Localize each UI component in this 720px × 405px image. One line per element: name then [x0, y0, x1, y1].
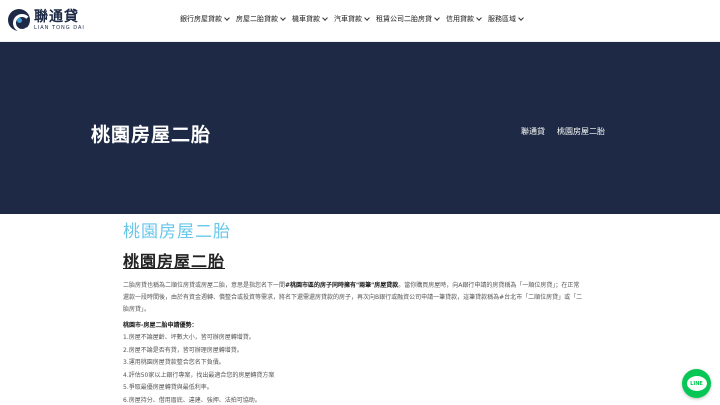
breadcrumb: 聯通貸 桃園房屋二胎 — [521, 126, 605, 137]
chevron-down-icon — [280, 14, 286, 21]
nav-item-car-loan[interactable]: 汽車貸款 — [334, 14, 370, 24]
line-icon: LINE — [686, 376, 707, 391]
list-item: 4.評估50家以上銀行專案，找出最適合您的房屋轉貸方案 — [123, 371, 275, 379]
main-nav: 銀行房屋貸款 房屋二胎貸款 機車貸款 汽車貸款 租賃公司二胎房貸 信用貸款 服務… — [180, 14, 524, 24]
line-chat-button[interactable]: LINE — [682, 369, 711, 398]
chevron-down-icon — [476, 14, 482, 21]
nav-item-leasing-mortgage[interactable]: 租賃公司二胎房貸 — [376, 14, 440, 24]
intro-highlight: #桃園市區的房子同時擁有"兩筆"房屋貸款 — [285, 282, 399, 289]
line-label: LINE — [690, 380, 703, 387]
article-heading: 桃園房屋二胎 — [123, 252, 226, 271]
list-item: 2.房屋不論是否有貸，皆可辦理房屋轉增貸。 — [123, 346, 243, 354]
list-item: 1.房屋不論屋齡、坪數大小，皆可辦房屋轉增貸。 — [123, 334, 255, 341]
nav-label: 機車貸款 — [292, 15, 320, 23]
breadcrumb-current: 桃園房屋二胎 — [557, 127, 605, 136]
breadcrumb-home[interactable]: 聯通貸 — [521, 126, 545, 137]
site-header: 聯通貸 LIAN TONG DAI 銀行房屋貸款 房屋二胎貸款 機車貸款 汽車貸… — [0, 0, 720, 42]
logo-text: 聯通貸 LIAN TONG DAI — [34, 8, 85, 31]
chevron-down-icon — [518, 14, 524, 21]
page: 聯通貸 LIAN TONG DAI 銀行房屋貸款 房屋二胎貸款 機車貸款 汽車貸… — [0, 0, 720, 405]
nav-label: 租賃公司二胎房貸 — [376, 15, 432, 23]
logo-icon — [8, 9, 31, 32]
logo-name: 聯通貸 — [34, 8, 79, 25]
list-item: 6.房屋持分、借用厝底、違建、強押、法拍可協助。 — [123, 396, 261, 404]
article-heading-light: 桃園房屋二胎 — [123, 222, 231, 242]
nav-label: 房屋二胎貸款 — [236, 15, 278, 23]
intro-text: 二胎房貸也稱為二順位房貸或房屋二胎，意思是指您名下一間 — [123, 282, 286, 289]
article-intro: 二胎房貸也稱為二順位房貸或房屋二胎，意思是指您名下一間#桃園市區的房子同時擁有"… — [123, 280, 583, 316]
nav-label: 服務區域 — [488, 15, 516, 23]
chevron-down-icon — [322, 14, 328, 21]
article-content: 桃園房屋二胎 桃園房屋二胎 二胎房貸也稱為二順位房貸或房屋二胎，意思是指您名下一… — [123, 214, 583, 405]
chevron-down-icon — [434, 14, 440, 21]
chevron-down-icon — [364, 14, 370, 21]
nav-label: 銀行房屋貸款 — [180, 15, 222, 23]
logo[interactable]: 聯通貸 LIAN TONG DAI — [8, 8, 85, 32]
advantages-list: 1.房屋不論屋齡、坪數大小，皆可辦房屋轉增貸。 2.房屋不論是否有貸，皆可辦理房… — [123, 332, 583, 405]
list-item: 3.運用桃園房屋貸款整合您名下負債。 — [123, 359, 225, 366]
page-title: 桃園房屋二胎 — [91, 124, 212, 146]
logo-subtitle: LIAN TONG DAI — [34, 24, 85, 31]
nav-item-second-mortgage[interactable]: 房屋二胎貸款 — [236, 14, 286, 24]
list-item: 5.爭取最優房屋轉貸與最低利率。 — [123, 384, 213, 391]
nav-label: 汽車貸款 — [334, 15, 362, 23]
nav-item-bank-mortgage[interactable]: 銀行房屋貸款 — [180, 14, 230, 24]
chevron-down-icon — [224, 14, 230, 21]
nav-item-motorcycle-loan[interactable]: 機車貸款 — [292, 14, 328, 24]
advantages-heading: 桃園市-房屋二胎申請優勢： — [123, 322, 198, 329]
nav-item-credit-loan[interactable]: 信用貸款 — [446, 14, 482, 24]
nav-label: 信用貸款 — [446, 15, 474, 23]
hero-banner: 桃園房屋二胎 聯通貸 桃園房屋二胎 — [0, 42, 720, 214]
nav-item-service-area[interactable]: 服務區域 — [488, 14, 524, 24]
